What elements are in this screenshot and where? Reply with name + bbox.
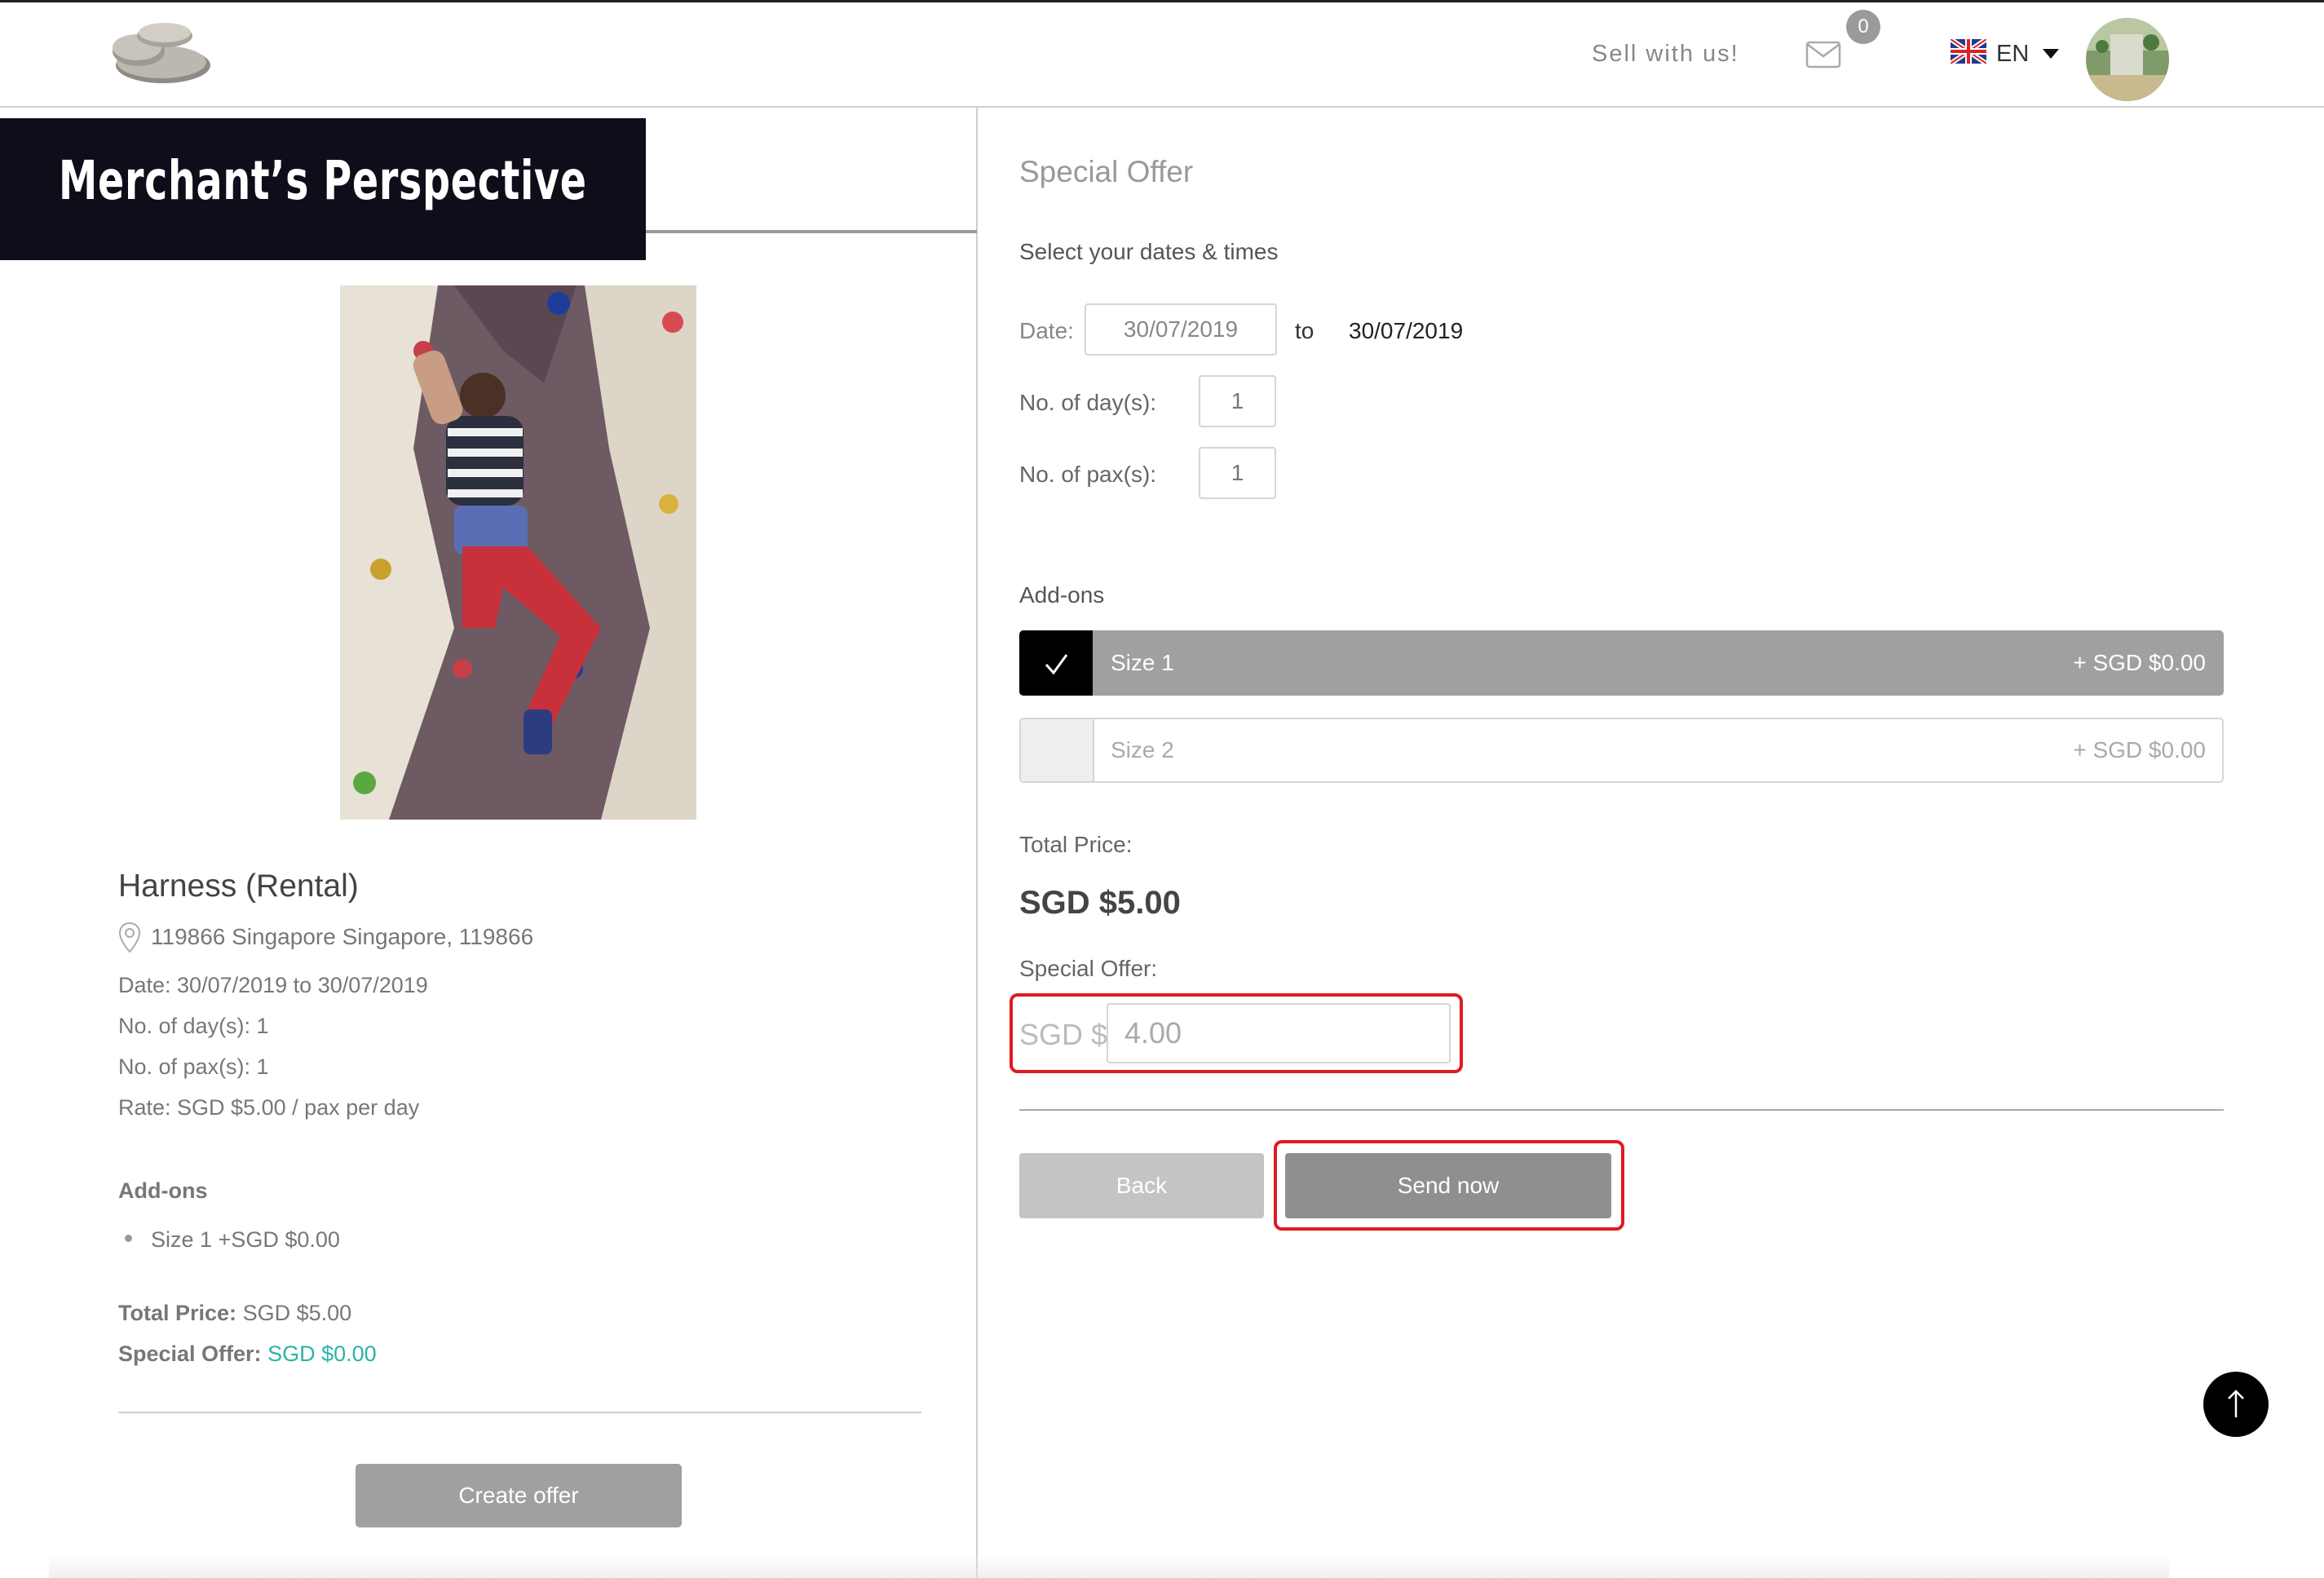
bottom-shadow	[49, 1554, 2169, 1578]
sell-with-us-link[interactable]: Sell with us!	[1592, 41, 1739, 68]
map-pin-icon	[117, 922, 142, 954]
summary-total-value: SGD $5.00	[242, 1301, 352, 1325]
total-price-value: SGD $5.00	[1019, 885, 1181, 921]
product-title: Harness (Rental)	[118, 869, 359, 904]
logo-rocks-icon[interactable]	[106, 15, 216, 88]
addons-heading: Add-ons	[1019, 582, 1105, 608]
summary-rate: Rate: SGD $5.00 / pax per day	[118, 1095, 420, 1120]
summary-pax: No. of pax(s): 1	[118, 1054, 269, 1079]
top-border	[0, 0, 2324, 2]
mail-icon[interactable]	[1805, 41, 1841, 69]
date-to-label: to	[1295, 318, 1314, 343]
addon-option-size-1[interactable]: Size 1 + SGD $0.00	[1019, 630, 2224, 696]
addon-price: + SGD $0.00	[2073, 650, 2206, 675]
date-label: Date:	[1019, 318, 1074, 343]
addon-name: Size 1	[1111, 650, 1174, 675]
offer-form-title: Special Offer	[1019, 155, 1194, 188]
days-label: No. of day(s):	[1019, 390, 1157, 415]
highlight-box	[1274, 1140, 1624, 1231]
total-price-label: Total Price:	[1019, 832, 1133, 857]
highlight-box	[1010, 993, 1463, 1073]
product-image	[340, 285, 696, 820]
addon-price: + SGD $0.00	[2073, 737, 2206, 762]
pax-field[interactable]: 1	[1199, 447, 1276, 499]
section-underline	[644, 230, 977, 233]
days-field[interactable]: 1	[1199, 375, 1276, 427]
checkmark-icon	[1045, 654, 1068, 675]
form-divider	[1019, 1109, 2224, 1111]
column-divider	[976, 108, 978, 1578]
back-button[interactable]: Back	[1019, 1153, 1264, 1218]
list-bullet	[125, 1235, 132, 1242]
date-from-field[interactable]: 30/07/2019	[1085, 303, 1277, 356]
date-to-value: 30/07/2019	[1349, 318, 1464, 343]
summary-divider	[118, 1412, 921, 1413]
summary-days: No. of day(s): 1	[118, 1014, 269, 1038]
banner-text: Merchant’s Perspective	[59, 149, 587, 212]
summary-special-offer: Special Offer: SGD $0.00	[118, 1342, 377, 1367]
language-selector[interactable]: EN	[1996, 41, 2029, 68]
summary-special-value: SGD $0.00	[267, 1342, 377, 1366]
pax-label: No. of pax(s):	[1019, 462, 1157, 487]
addon-checkbox-unchecked[interactable]	[1021, 719, 1094, 781]
addon-checkbox-checked[interactable]	[1019, 630, 1093, 696]
scroll-to-top-button[interactable]	[2203, 1372, 2269, 1437]
summary-total-label: Total Price:	[118, 1301, 237, 1325]
special-offer-label: Special Offer:	[1019, 956, 1158, 981]
summary-special-label: Special Offer:	[118, 1342, 262, 1366]
uk-flag-icon[interactable]	[1949, 37, 1988, 66]
addon-option-size-2[interactable]: Size 2 + SGD $0.00	[1019, 718, 2224, 783]
create-offer-button[interactable]: Create offer	[356, 1464, 682, 1527]
select-dates-heading: Select your dates & times	[1019, 239, 1279, 264]
product-address: 119866 Singapore Singapore, 119866	[151, 924, 534, 949]
mail-count-badge: 0	[1846, 10, 1880, 44]
addon-name: Size 2	[1111, 737, 1174, 762]
summary-date: Date: 30/07/2019 to 30/07/2019	[118, 973, 428, 997]
caret-down-icon[interactable]	[2043, 49, 2059, 59]
arrow-up-icon	[2228, 1390, 2244, 1417]
summary-total: Total Price: SGD $5.00	[118, 1301, 351, 1326]
summary-addons-heading: Add-ons	[118, 1178, 208, 1203]
avatar[interactable]	[2086, 18, 2169, 101]
merchant-perspective-banner: Merchant’s Perspective	[0, 118, 646, 260]
summary-addon-item: Size 1 +SGD $0.00	[151, 1227, 340, 1252]
